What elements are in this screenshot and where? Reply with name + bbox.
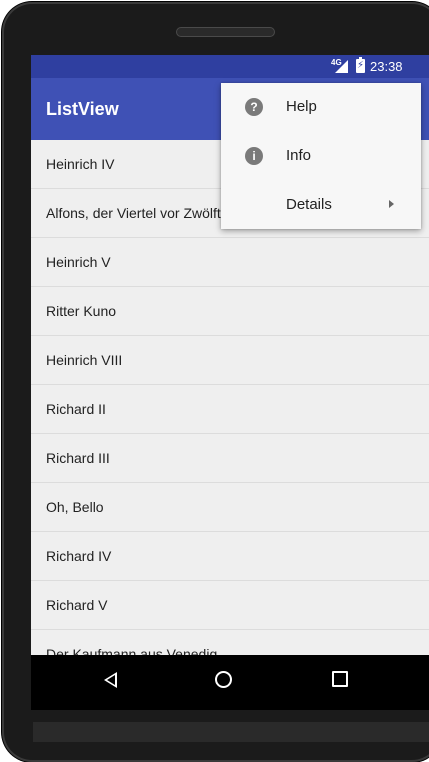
list-item[interactable]: Heinrich VIII	[31, 336, 429, 385]
screen: 4G ⚡ 23:38 ListView Heinrich IV Alfons, …	[31, 55, 429, 655]
info-icon: i	[245, 147, 263, 165]
list-item[interactable]: Richard V	[31, 581, 429, 630]
menu-item-label: Help	[286, 98, 317, 115]
speaker-grille	[176, 27, 275, 37]
menu-item-help[interactable]: ? Help	[221, 83, 421, 132]
menu-item-details[interactable]: Details	[221, 181, 421, 230]
back-icon[interactable]	[104, 672, 117, 688]
help-icon: ?	[245, 98, 263, 116]
list-item[interactable]: Richard III	[31, 434, 429, 483]
submenu-arrow-icon	[389, 200, 394, 208]
phone-chin	[33, 722, 429, 742]
list-item[interactable]: Richard II	[31, 385, 429, 434]
menu-item-label: Details	[286, 196, 332, 213]
battery-icon: ⚡	[356, 57, 365, 73]
list-item[interactable]: Ritter Kuno	[31, 287, 429, 336]
recent-apps-icon[interactable]	[332, 671, 348, 687]
app-title: ListView	[46, 99, 119, 119]
status-time: 23:38	[370, 59, 403, 74]
list-item[interactable]: Der Kaufmann aus Venedig	[31, 630, 429, 655]
home-icon[interactable]	[215, 671, 232, 688]
signal-icon	[335, 60, 348, 73]
list-item[interactable]: Richard IV	[31, 532, 429, 581]
status-bar: 4G ⚡ 23:38	[31, 55, 429, 78]
overflow-menu: ? Help i Info Details	[221, 83, 421, 229]
list-item[interactable]: Heinrich V	[31, 238, 429, 287]
navigation-bar	[31, 655, 429, 710]
list-item[interactable]: Oh, Bello	[31, 483, 429, 532]
menu-item-label: Info	[286, 147, 312, 164]
menu-item-info[interactable]: i Info	[221, 132, 421, 181]
